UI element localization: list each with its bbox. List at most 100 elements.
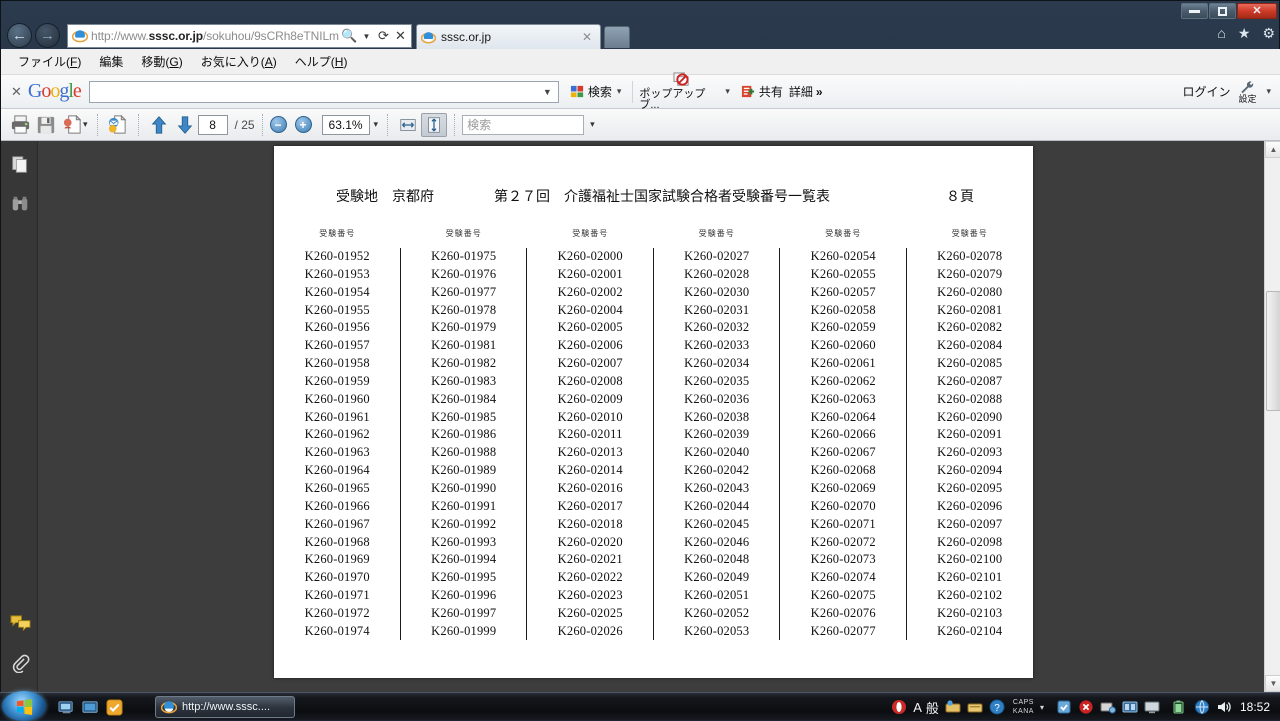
ime-dictionary-icon[interactable] bbox=[967, 699, 983, 715]
close-button[interactable]: ✕ bbox=[1237, 3, 1277, 19]
menu-edit-label: 編集 bbox=[99, 55, 124, 69]
tools-gear-icon[interactable]: ⚙ bbox=[1262, 26, 1275, 40]
menu-edit[interactable]: 編集 bbox=[90, 50, 132, 73]
exam-number: K260-02026 bbox=[557, 623, 623, 638]
restore-button[interactable] bbox=[1209, 3, 1236, 19]
fit-page-button[interactable] bbox=[421, 112, 448, 137]
exam-number: K260-02097 bbox=[937, 516, 1003, 531]
monitor-tray-icon[interactable] bbox=[1144, 699, 1160, 715]
ime-indicator[interactable]: A 般 bbox=[913, 698, 939, 717]
scroll-down-button[interactable]: ▼ bbox=[1265, 675, 1280, 692]
chevron-down-icon[interactable]: ▾ bbox=[1040, 703, 1044, 712]
next-page-button[interactable] bbox=[172, 112, 198, 138]
graphics-tray-icon[interactable] bbox=[1122, 699, 1138, 715]
share-button[interactable]: 共有 bbox=[738, 81, 786, 102]
exam-number: K260-01954 bbox=[304, 284, 370, 299]
more-button[interactable]: 詳細 » bbox=[786, 81, 826, 102]
start-button[interactable] bbox=[2, 691, 46, 721]
exam-number: K260-02016 bbox=[557, 480, 623, 495]
google-settings-button[interactable]: 設定 bbox=[1238, 80, 1256, 104]
back-button[interactable]: ← bbox=[7, 23, 32, 48]
display-settings-tray-icon[interactable] bbox=[1100, 699, 1116, 715]
pdf-page-canvas[interactable]: 受験地 京都府 第２７回 介護福祉士国家試験合格者受験番号一覧表 ８頁 受験番号… bbox=[38, 141, 1264, 692]
save-button[interactable] bbox=[33, 112, 59, 138]
menu-help[interactable]: ヘルプ(H) bbox=[286, 50, 357, 73]
exam-number-columns: K260-01952 K260-01953 K260-01954 K260-01955… bbox=[274, 248, 1033, 641]
zoom-level-input[interactable]: 63.1% bbox=[321, 114, 370, 135]
norton-quicklaunch-button[interactable] bbox=[106, 699, 123, 716]
email-pdf-button[interactable] bbox=[105, 112, 131, 138]
exam-number: K260-02000 bbox=[557, 249, 623, 263]
address-bar[interactable]: http://www.sssc.or.jp/sokuhou/9sCRh8eTNI… bbox=[67, 24, 412, 48]
pdf-side-panel bbox=[1, 141, 38, 692]
exam-number: K260-02017 bbox=[557, 498, 623, 513]
update-tray-icon[interactable] bbox=[1056, 699, 1072, 715]
exam-number: K260-01965 bbox=[304, 480, 370, 495]
exam-number-column: K260-02054 K260-02055 K260-02057 K260-02058… bbox=[780, 248, 907, 641]
arrow-down-icon bbox=[177, 115, 192, 134]
media-player-quicklaunch-button[interactable] bbox=[82, 699, 99, 716]
refresh-icon[interactable]: ⟳ bbox=[375, 28, 392, 44]
fit-width-button[interactable] bbox=[395, 113, 421, 137]
new-tab-button[interactable] bbox=[604, 26, 630, 48]
chevron-down-icon[interactable]: ▼ bbox=[358, 32, 375, 41]
export-pdf-button[interactable] bbox=[59, 112, 85, 138]
exam-number: K260-01966 bbox=[304, 498, 370, 513]
ime-help-icon[interactable]: ? bbox=[989, 699, 1005, 715]
volume-tray-icon[interactable] bbox=[1216, 699, 1232, 715]
google-logo: Google bbox=[28, 80, 82, 103]
search-panel-button[interactable] bbox=[8, 192, 32, 216]
previous-page-button[interactable] bbox=[146, 112, 172, 138]
clock[interactable]: 18:52 bbox=[1238, 700, 1274, 714]
find-input[interactable]: 検索 bbox=[462, 114, 585, 135]
scrollbar-thumb[interactable] bbox=[1266, 291, 1280, 411]
home-icon[interactable]: ⌂ bbox=[1217, 26, 1225, 40]
google-search-input[interactable]: ▼ bbox=[88, 80, 559, 103]
ime-lock-indicators[interactable]: CAPS KANA bbox=[1013, 698, 1034, 716]
taskbar-item-ie[interactable]: http://www.sssc.... bbox=[155, 696, 295, 718]
pages-panel-button[interactable] bbox=[8, 153, 32, 177]
exam-number: K260-01968 bbox=[304, 534, 370, 549]
scroll-up-button[interactable]: ▲ bbox=[1265, 141, 1280, 158]
tab-close-icon[interactable]: ✕ bbox=[578, 30, 596, 44]
page-total-label: / 25 bbox=[234, 117, 255, 132]
google-search-button[interactable]: 検索 ▾ bbox=[567, 81, 627, 102]
print-button[interactable] bbox=[7, 112, 33, 138]
chevron-down-icon[interactable]: ▾ bbox=[83, 119, 88, 130]
show-desktop-quicklaunch-button[interactable] bbox=[58, 699, 75, 716]
close-toolbar-icon[interactable]: ✕ bbox=[9, 84, 28, 100]
chevron-down-icon[interactable]: ▾ bbox=[615, 86, 624, 97]
stop-icon[interactable]: ✕ bbox=[392, 28, 409, 44]
network-tray-icon[interactable] bbox=[1194, 699, 1210, 715]
exam-number: K260-02013 bbox=[557, 445, 623, 460]
chevron-down-icon[interactable]: ▾ bbox=[374, 119, 379, 130]
menu-go[interactable]: 移動(G) bbox=[132, 50, 191, 73]
chevron-down-icon[interactable]: ▾ bbox=[1264, 86, 1273, 97]
vertical-scrollbar[interactable]: ▲ ▼ bbox=[1264, 141, 1280, 692]
comments-panel-button[interactable] bbox=[8, 611, 32, 635]
attachments-panel-button[interactable] bbox=[8, 651, 32, 675]
exam-number: K260-02058 bbox=[810, 302, 876, 317]
action-center-alert-icon[interactable] bbox=[1078, 699, 1094, 715]
menu-file[interactable]: ファイル(F) bbox=[9, 50, 90, 73]
internet-explorer-icon bbox=[72, 30, 88, 43]
tab-sssc[interactable]: sssc.or.jp ✕ bbox=[416, 24, 601, 49]
login-link[interactable]: ログイン bbox=[1182, 83, 1230, 100]
page-number-input[interactable]: 8 bbox=[197, 114, 228, 135]
forward-button[interactable]: → bbox=[35, 23, 60, 48]
ime-pad-icon[interactable] bbox=[945, 699, 961, 715]
opera-tray-icon[interactable] bbox=[891, 699, 907, 715]
chevron-down-icon[interactable]: ▾ bbox=[590, 119, 595, 130]
forward-arrow-icon: → bbox=[40, 27, 55, 44]
chevron-down-icon[interactable]: ▾ bbox=[723, 86, 732, 97]
chevron-down-icon[interactable]: ▼ bbox=[540, 87, 555, 97]
menu-favorites[interactable]: お気に入り(A) bbox=[192, 50, 286, 73]
zoom-out-button[interactable]: − bbox=[269, 116, 287, 133]
battery-tray-icon[interactable] bbox=[1172, 699, 1188, 715]
popup-blocker-button[interactable]: ポップアップ ブ... bbox=[639, 72, 723, 111]
favorites-icon[interactable]: ★ bbox=[1238, 26, 1251, 40]
search-icon[interactable]: 🔍 bbox=[341, 28, 358, 44]
zoom-in-button[interactable]: + bbox=[294, 116, 312, 133]
logo-g2: g bbox=[59, 80, 69, 102]
minimize-button[interactable] bbox=[1181, 3, 1208, 19]
